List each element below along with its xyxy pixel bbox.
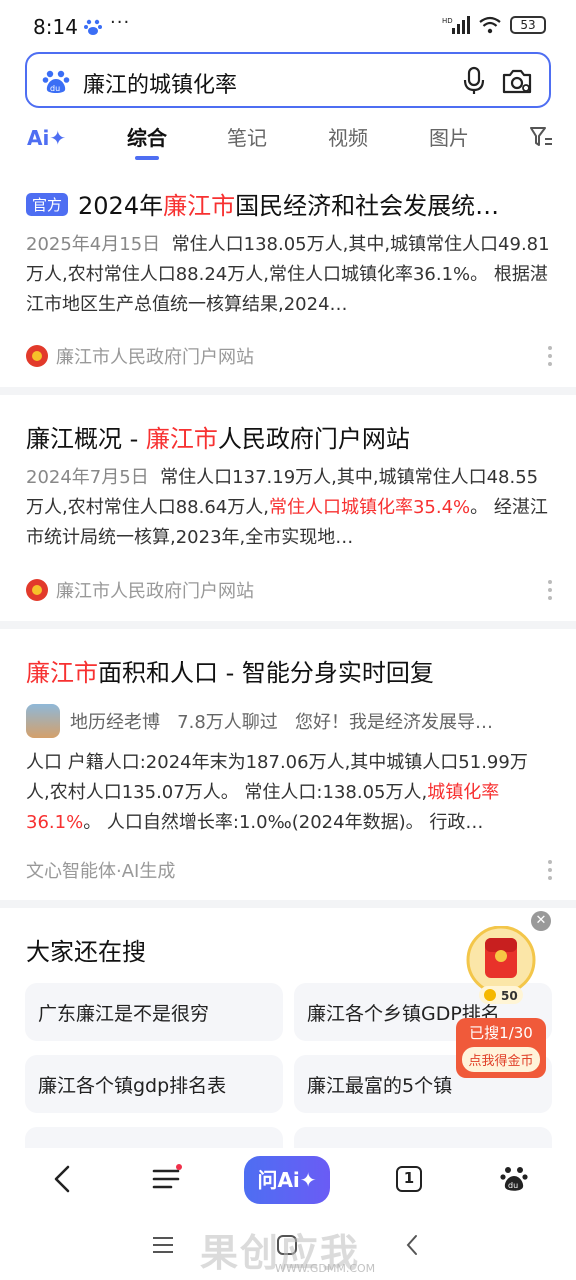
filter-icon[interactable]: [528, 124, 554, 150]
divider: [0, 621, 576, 629]
search-input[interactable]: 廉江的城镇化率: [83, 67, 237, 99]
red-envelope-icon[interactable]: 50: [465, 926, 537, 1006]
back-icon[interactable]: [48, 1164, 78, 1194]
result-title[interactable]: 官方 2024年廉江市国民经济和社会发展统…: [26, 186, 551, 221]
baidu-home-icon[interactable]: du: [499, 1164, 529, 1194]
tab-notes[interactable]: 笔记: [227, 122, 267, 151]
svg-text:du: du: [508, 1181, 518, 1190]
result-date: 2025年4月15日: [26, 234, 161, 255]
result-card-3[interactable]: 廉江市面积和人口 - 智能分身实时回复 地历经老博 7.8万人聊过 您好！我是经…: [0, 629, 576, 901]
microphone-icon[interactable]: [461, 66, 487, 96]
result-tabs: Ai✦ 综合 笔记 视频 图片: [0, 112, 576, 162]
wifi-icon: [479, 16, 501, 34]
result-title[interactable]: 廉江市面积和人口 - 智能分身实时回复: [26, 653, 551, 688]
more-options-icon[interactable]: [548, 580, 552, 600]
result-snippet: 2024年7月5日 常住人口137.19万人,其中,城镇常住人口48.55万人,…: [26, 467, 548, 548]
result-snippet: 人口 户籍人口:2024年末为187.06万人,其中城镇人口51.99万人,农村…: [26, 752, 528, 833]
search-progress: 已搜1/30: [469, 1024, 533, 1042]
result-snippet: 2025年4月15日 常住人口138.05万人,其中,城镇常住人口49.81万人…: [26, 234, 550, 315]
result-card-1[interactable]: 官方 2024年廉江市国民经济和社会发展统… 2025年4月15日 常住人口138…: [0, 162, 576, 388]
agent-name: 地历经老博: [70, 712, 160, 733]
result-source[interactable]: 廉江市人民政府门户网站: [26, 577, 254, 603]
related-searches-title: 大家还在搜: [26, 938, 146, 966]
official-badge: 官方: [26, 193, 69, 216]
baidu-logo-icon: du: [42, 70, 70, 93]
clock: 8:14: [33, 15, 78, 39]
avatar: [26, 704, 60, 738]
more-options-icon[interactable]: [548, 346, 552, 366]
result-source[interactable]: 廉江市人民政府门户网站: [26, 343, 254, 369]
chat-count: 7.8万人聊过: [177, 712, 278, 733]
divider: [0, 387, 576, 395]
result-source: 文心智能体·AI生成: [26, 861, 176, 882]
search-box[interactable]: du 廉江的城镇化率: [25, 52, 551, 108]
tab-video[interactable]: 视频: [328, 122, 368, 151]
ask-ai-button[interactable]: 问Ai✦: [244, 1156, 330, 1204]
tab-ai[interactable]: Ai✦: [27, 126, 66, 150]
signal-icon: HD: [442, 16, 470, 34]
recent-apps-icon[interactable]: [152, 1234, 174, 1256]
result-card-2[interactable]: 廉江概况 - 廉江市人民政府门户网站 2024年7月5日 常住人口137.19万…: [0, 395, 576, 622]
result-title[interactable]: 廉江概况 - 廉江市人民政府门户网站: [26, 419, 551, 454]
baidu-notification-icon: [84, 19, 102, 35]
status-right: HD 53: [442, 16, 546, 34]
result-date: 2024年7月5日: [26, 467, 149, 488]
battery-icon: 53: [510, 16, 546, 34]
bottom-navigation: 问Ai✦ 1 du: [0, 1148, 576, 1214]
svg-text:du: du: [50, 84, 60, 93]
tab-images[interactable]: 图片: [429, 122, 469, 151]
government-emblem-icon: [26, 579, 48, 601]
status-bar: 8:14 ··· HD 53: [0, 0, 576, 54]
watermark-url: WWW.GDMM.COM: [275, 1262, 376, 1275]
divider: [0, 900, 576, 908]
get-coins-button[interactable]: 点我得金币: [462, 1047, 540, 1072]
government-emblem-icon: [26, 345, 48, 367]
related-search-item[interactable]: 廉江各个镇gdp排名表: [25, 1055, 283, 1113]
menu-icon[interactable]: [152, 1164, 182, 1194]
agent-info[interactable]: 地历经老博 7.8万人聊过 您好！我是经济发展导…: [26, 704, 550, 738]
camera-search-icon[interactable]: [501, 66, 533, 96]
related-search-item[interactable]: 广东廉江是不是很穷: [25, 983, 283, 1041]
svg-text:HD: HD: [442, 17, 453, 25]
system-back-icon[interactable]: [402, 1234, 424, 1256]
tab-all[interactable]: 综合: [127, 122, 167, 160]
more-notifications-icon: ···: [110, 12, 131, 33]
coin-amount: 50: [501, 989, 518, 1003]
tabs-count-icon[interactable]: 1: [396, 1166, 422, 1192]
reward-banner[interactable]: 已搜1/30 点我得金币: [456, 1018, 546, 1078]
more-options-icon[interactable]: [548, 860, 552, 880]
agent-greeting: 您好！我是经济发展导…: [294, 712, 493, 733]
